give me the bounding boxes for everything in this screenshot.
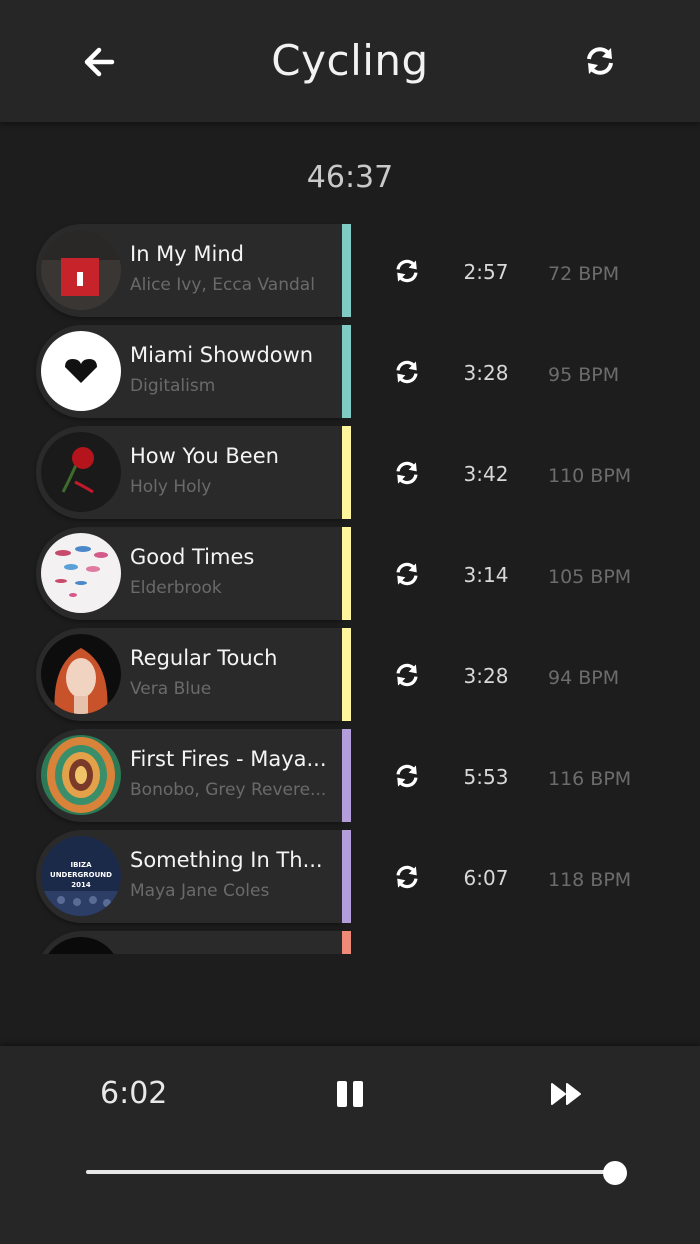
- progress-knob[interactable]: [603, 1161, 627, 1185]
- song-row: Good Times Elderbrook 3:14 105 BPM: [0, 525, 700, 621]
- swap-icon[interactable]: [394, 561, 420, 587]
- song-card[interactable]: [36, 931, 342, 954]
- swap-icon[interactable]: [394, 662, 420, 688]
- song-card[interactable]: IBIZA UNDERGROUND 2014 Something In Th..…: [36, 830, 342, 923]
- cover-text-line-2: UNDERGROUND: [50, 871, 112, 879]
- song-artist: Maya Jane Coles: [130, 881, 270, 901]
- fast-forward-icon[interactable]: [550, 1081, 584, 1107]
- song-row: Miami Showdown Digitalism 3:28 95 BPM: [0, 323, 700, 419]
- song-card[interactable]: First Fires - Maya... Bonobo, Grey Rever…: [36, 729, 342, 822]
- song-duration: 3:28: [463, 664, 509, 688]
- album-art: [41, 735, 121, 815]
- song-row: First Fires - Maya... Bonobo, Grey Rever…: [0, 727, 700, 823]
- cover-text-line-1: IBIZA: [70, 861, 92, 869]
- playlist-total-time: 46:37: [306, 160, 394, 195]
- song-artist: Alice Ivy, Ecca Vandal: [130, 275, 315, 295]
- song-duration: 3:14: [463, 563, 509, 587]
- refresh-icon[interactable]: [584, 45, 616, 77]
- app-header: Cycling: [0, 0, 700, 122]
- song-artist: Digitalism: [130, 376, 216, 396]
- song-row: Regular Touch Vera Blue 3:28 94 BPM: [0, 626, 700, 722]
- progress-track[interactable]: [86, 1170, 616, 1174]
- swap-icon[interactable]: [394, 359, 420, 385]
- intensity-bar: [342, 931, 351, 954]
- song-duration: 6:07: [463, 866, 509, 890]
- intensity-bar: [342, 527, 351, 620]
- song-duration: 2:57: [463, 260, 509, 284]
- intensity-bar: [342, 830, 351, 923]
- album-art: [41, 634, 121, 714]
- song-title: Something In Th...: [130, 848, 323, 872]
- player-bar: 6:02: [0, 1046, 700, 1244]
- song-title: In My Mind: [130, 242, 244, 266]
- song-duration: 3:42: [463, 462, 509, 486]
- song-artist: Bonobo, Grey Revere...: [130, 780, 327, 800]
- intensity-bar: [342, 325, 351, 418]
- song-bpm: 95 BPM: [548, 364, 620, 386]
- song-title: Regular Touch: [130, 646, 278, 670]
- intensity-bar: [342, 628, 351, 721]
- swap-icon[interactable]: [394, 460, 420, 486]
- swap-icon[interactable]: [394, 258, 420, 284]
- swap-icon[interactable]: [394, 864, 420, 890]
- song-title: First Fires - Maya...: [130, 747, 327, 771]
- song-row: In My Mind Alice Ivy, Ecca Vandal 2:57 7…: [0, 222, 700, 318]
- song-card[interactable]: How You Been Holy Holy: [36, 426, 342, 519]
- album-art: [41, 331, 121, 411]
- song-artist: Holy Holy: [130, 477, 212, 497]
- song-title: How You Been: [130, 444, 279, 468]
- song-row: [0, 929, 700, 954]
- song-bpm: 116 BPM: [548, 768, 632, 790]
- song-bpm: 118 BPM: [548, 869, 632, 891]
- song-card[interactable]: Good Times Elderbrook: [36, 527, 342, 620]
- pause-icon[interactable]: [334, 1078, 366, 1110]
- album-art: [41, 937, 121, 954]
- song-bpm: 94 BPM: [548, 667, 620, 689]
- cover-text-line-3: 2014: [71, 881, 91, 889]
- song-list[interactable]: In My Mind Alice Ivy, Ecca Vandal 2:57 7…: [0, 222, 700, 954]
- song-bpm: 110 BPM: [548, 465, 632, 487]
- song-card[interactable]: Regular Touch Vera Blue: [36, 628, 342, 721]
- song-artist: Elderbrook: [130, 578, 222, 598]
- song-row: IBIZA UNDERGROUND 2014 Something In Th..…: [0, 828, 700, 924]
- song-bpm: 105 BPM: [548, 566, 632, 588]
- album-art: [41, 230, 121, 310]
- album-art: IBIZA UNDERGROUND 2014: [41, 836, 121, 916]
- song-duration: 5:53: [463, 765, 509, 789]
- album-art: [41, 533, 121, 613]
- song-duration: 3:28: [463, 361, 509, 385]
- swap-icon[interactable]: [394, 763, 420, 789]
- song-row: How You Been Holy Holy 3:42 110 BPM: [0, 424, 700, 520]
- intensity-bar: [342, 224, 351, 317]
- album-art: [41, 432, 121, 512]
- song-bpm: 72 BPM: [548, 263, 620, 285]
- intensity-bar: [342, 729, 351, 822]
- intensity-bar: [342, 426, 351, 519]
- song-card[interactable]: In My Mind Alice Ivy, Ecca Vandal: [36, 224, 342, 317]
- song-title: Miami Showdown: [130, 343, 314, 367]
- song-title: Good Times: [130, 545, 255, 569]
- song-card[interactable]: Miami Showdown Digitalism: [36, 325, 342, 418]
- elapsed-time: 6:02: [100, 1076, 168, 1111]
- song-artist: Vera Blue: [130, 679, 212, 699]
